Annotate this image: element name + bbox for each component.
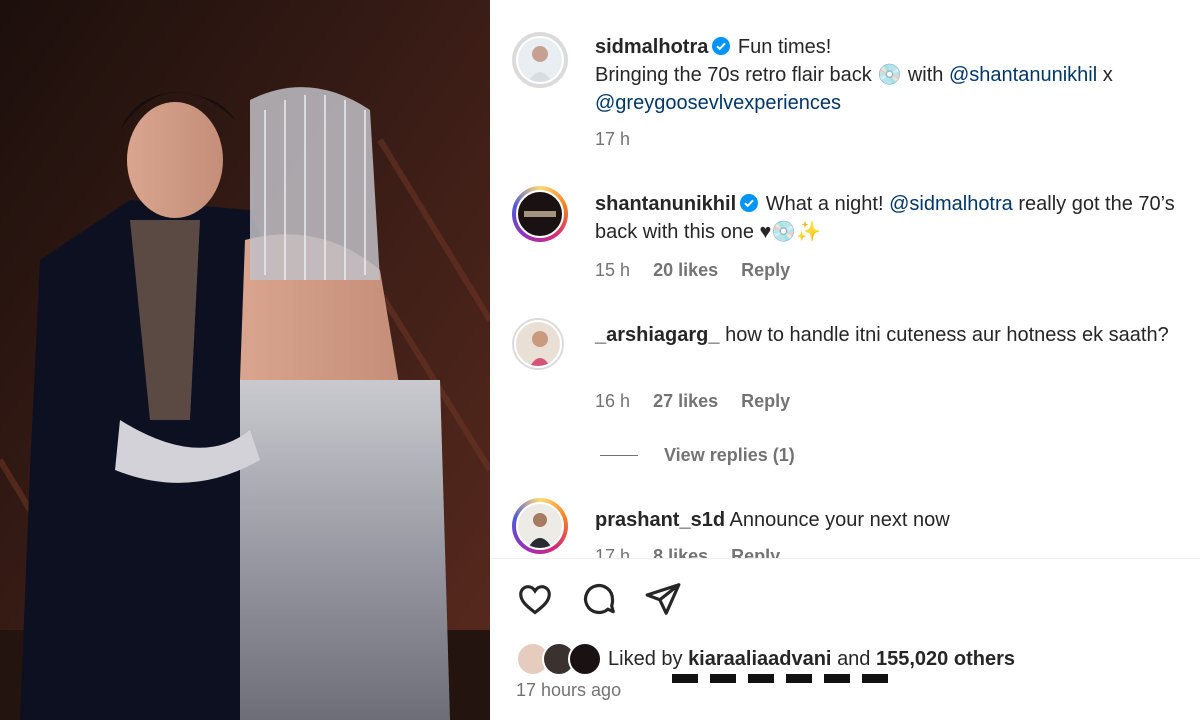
likes-count[interactable]: 8 likes (653, 546, 708, 558)
liker-avatar[interactable] (568, 642, 602, 676)
action-bar (516, 580, 682, 618)
replies-divider (600, 455, 638, 456)
comment-icon[interactable] (580, 580, 618, 618)
caption-line1: Fun times! (737, 36, 832, 58)
comment: _arshiagarg_ how to handle itni cuteness… (595, 321, 1195, 349)
comment-text: Announce your next now (729, 509, 950, 531)
comment-username[interactable]: _arshiagarg_ (595, 324, 720, 346)
verified-icon (712, 37, 731, 55)
caption-x: x (1102, 64, 1113, 86)
caption: sidmalhotra Fun times! Bringing the 70s … (595, 33, 1195, 117)
redaction-bar (672, 674, 888, 683)
liker-username[interactable]: kiaraaliaadvani (688, 648, 831, 670)
disc-emoji-icon: 💿 (877, 64, 903, 86)
view-replies-label: View replies (1) (664, 445, 795, 465)
avatar[interactable] (512, 186, 568, 242)
caption-username[interactable]: sidmalhotra (595, 36, 708, 58)
liked-by-label: Liked by (608, 647, 683, 670)
avatar[interactable] (512, 498, 568, 554)
section-divider (490, 558, 1200, 559)
reply-button[interactable]: Reply (731, 546, 780, 558)
likes-summary: Liked by kiaraaliaadvani and 155,020 oth… (516, 642, 1015, 676)
others-count[interactable]: 155,020 others (876, 648, 1015, 670)
reply-button[interactable]: Reply (741, 260, 790, 280)
disc-emoji-icon: 💿 (771, 221, 797, 243)
share-icon[interactable] (644, 580, 682, 618)
comment-text: how to handle itni cuteness aur hotness … (725, 324, 1169, 346)
post-photo (0, 0, 490, 720)
mention-link[interactable]: @shantanunikhil (949, 64, 1097, 86)
caption-with: with (907, 64, 944, 86)
caption-line2: Bringing the 70s retro flair back (595, 64, 872, 86)
timestamp[interactable]: 17 h (595, 546, 630, 558)
likes-text: Liked by kiaraaliaadvani and 155,020 oth… (608, 648, 1015, 671)
post-panel: sidmalhotra Fun times! Bringing the 70s … (490, 0, 1200, 720)
comment-meta: 15 h 20 likes Reply (595, 260, 808, 281)
likes-count[interactable]: 27 likes (653, 391, 718, 411)
comments-list[interactable]: sidmalhotra Fun times! Bringing the 70s … (490, 0, 1200, 558)
caption-meta: 17 h (595, 129, 648, 150)
timestamp[interactable]: 15 h (595, 260, 630, 280)
mention-link[interactable]: @sidmalhotra (889, 193, 1013, 215)
avatar[interactable] (512, 32, 568, 88)
verified-icon (740, 194, 759, 212)
view-replies-button[interactable]: View replies (1) (600, 445, 795, 466)
likes-count[interactable]: 20 likes (653, 260, 718, 280)
comment-username[interactable]: prashant_s1d (595, 509, 725, 531)
and-label: and (837, 647, 871, 670)
post-timestamp[interactable]: 17 hours ago (516, 680, 621, 701)
comment: shantanunikhil What a night! @sidmalhotr… (595, 190, 1195, 246)
reply-button[interactable]: Reply (741, 391, 790, 411)
comment-meta: 16 h 27 likes Reply (595, 391, 808, 412)
comment-text: What a night! (765, 193, 884, 215)
mention-link[interactable]: @greygoosevlvexperiences (595, 92, 841, 114)
comment-username[interactable]: shantanunikhil (595, 193, 736, 215)
comment: prashant_s1d Announce your next now (595, 506, 1195, 534)
comment-meta: 17 h 8 likes Reply (595, 546, 798, 558)
avatar[interactable] (512, 318, 564, 370)
heart-icon[interactable] (516, 580, 554, 618)
timestamp[interactable]: 16 h (595, 391, 630, 411)
sparkles-emoji: ✨ (796, 221, 822, 243)
timestamp[interactable]: 17 h (595, 129, 630, 149)
